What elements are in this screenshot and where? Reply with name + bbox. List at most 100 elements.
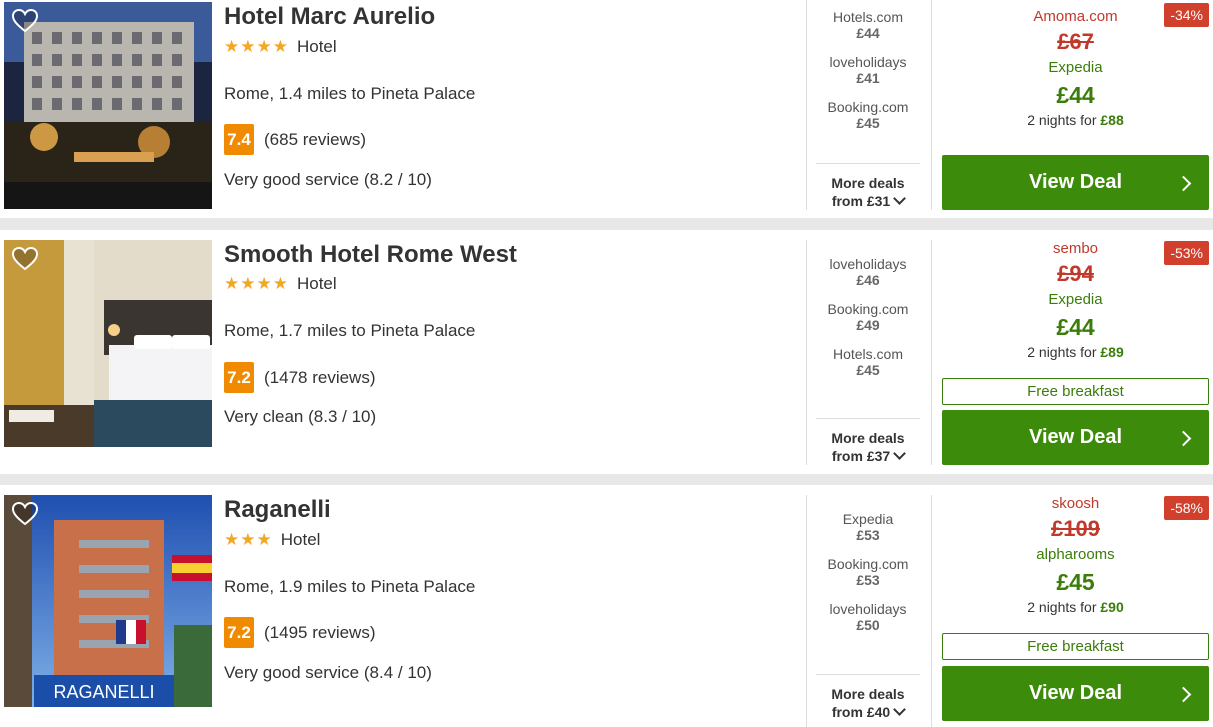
- deal-item[interactable]: loveholidays £41: [816, 54, 920, 86]
- more-deals-from: from £31: [831, 193, 891, 209]
- best-provider: Expedia: [1048, 59, 1103, 76]
- deal-price: £49: [856, 317, 880, 333]
- review-count[interactable]: (1495 reviews): [264, 623, 376, 643]
- hotel-card: Hotel Marc Aurelio ★★★★ Hotel Rome, 1.4 m…: [0, 0, 1213, 218]
- deal-item[interactable]: Booking.com £45: [816, 99, 920, 131]
- more-deals-from: from £40: [831, 704, 891, 720]
- hotel-name[interactable]: Smooth Hotel Rome West: [224, 241, 517, 269]
- nights-text: 2 nights for: [1027, 344, 1101, 360]
- review-count[interactable]: (685 reviews): [264, 130, 366, 150]
- deal-price: £53: [856, 572, 880, 588]
- discount-badge: -58%: [1164, 496, 1209, 520]
- deal-price: £53: [856, 527, 880, 543]
- other-deals: Hotels.com £44 loveholidays £41 Booking.co…: [816, 9, 920, 144]
- view-deal-label: View Deal: [1028, 682, 1123, 704]
- more-deals-button[interactable]: More deals from £31: [816, 163, 920, 210]
- discount-badge: -34%: [1164, 3, 1209, 27]
- hotel-type: Hotel: [296, 274, 337, 293]
- chevron-right-icon: [1175, 430, 1192, 447]
- more-deals-button[interactable]: More deals from £40: [816, 674, 920, 721]
- hotel-photo[interactable]: [4, 240, 212, 447]
- nights-price: £89: [1100, 344, 1124, 360]
- deal-provider: Expedia: [842, 511, 894, 527]
- deal-provider: Booking.com: [827, 556, 909, 572]
- heart-icon[interactable]: [11, 246, 39, 272]
- nights-total: 2 nights for £90: [942, 599, 1209, 615]
- deal-provider: Hotels.com: [832, 346, 904, 362]
- star-rating: ★★★ Hotel: [224, 530, 320, 550]
- chevron-down-icon: [893, 703, 907, 716]
- deal-item[interactable]: Hotels.com £44: [816, 9, 920, 41]
- deal-provider: Booking.com: [827, 301, 909, 317]
- divider: [931, 495, 932, 727]
- score-badge: 7.2: [224, 362, 254, 393]
- best-price: £44: [1056, 82, 1095, 108]
- view-deal-label: View Deal: [1028, 426, 1123, 448]
- score-badge: 7.4: [224, 124, 254, 155]
- deal-provider: loveholidays: [829, 54, 907, 70]
- more-deals-from: from £37: [831, 448, 891, 464]
- view-deal-button[interactable]: View Deal: [942, 410, 1209, 465]
- deal-item[interactable]: loveholidays £50: [816, 601, 920, 633]
- divider: [931, 0, 932, 210]
- hotel-type: Hotel: [296, 37, 337, 56]
- view-deal-button[interactable]: View Deal: [942, 155, 1209, 210]
- hotel-photo[interactable]: RAGANELLI: [4, 495, 212, 707]
- view-deal-button[interactable]: View Deal: [942, 666, 1209, 721]
- stars-icon: ★★★★: [224, 37, 289, 56]
- hotel-name[interactable]: Raganelli: [224, 496, 331, 524]
- stars-icon: ★★★★: [224, 274, 289, 293]
- best-price: £45: [1056, 569, 1095, 595]
- discount-badge: -53%: [1164, 241, 1209, 265]
- deal-price: £50: [856, 617, 880, 633]
- nights-text: 2 nights for: [1027, 599, 1101, 615]
- hotel-card: RAGANELLI Raganelli ★★★ Hotel Rome, 1.9 m…: [0, 485, 1213, 727]
- hotel-type: Hotel: [280, 530, 321, 549]
- nights-total: 2 nights for £89: [942, 344, 1209, 360]
- chevron-right-icon: [1175, 686, 1192, 703]
- old-price: £67: [1057, 29, 1094, 54]
- score-badge: 7.2: [224, 617, 254, 648]
- nights-text: 2 nights for: [1027, 112, 1101, 128]
- hotel-location: Rome, 1.7 miles to Pineta Palace: [224, 321, 476, 340]
- star-rating: ★★★★ Hotel: [224, 37, 337, 57]
- deal-price: £46: [856, 272, 880, 288]
- deal-item[interactable]: Booking.com £49: [816, 301, 920, 333]
- deal-item[interactable]: loveholidays £46: [816, 256, 920, 288]
- more-deals-label: More deals: [831, 175, 905, 191]
- deal-item[interactable]: Booking.com £53: [816, 556, 920, 588]
- deal-price: £41: [856, 70, 880, 86]
- hotel-photo[interactable]: [4, 2, 212, 209]
- review-highlight: Very clean (8.3 / 10): [224, 407, 377, 426]
- free-breakfast-badge: Free breakfast: [942, 633, 1209, 660]
- hotel-card: Smooth Hotel Rome West ★★★★ Hotel Rome, 1…: [0, 230, 1213, 474]
- stars-icon: ★★★: [224, 530, 273, 549]
- best-provider: Expedia: [1048, 291, 1103, 308]
- chevron-right-icon: [1175, 175, 1192, 192]
- hotel-name[interactable]: Hotel Marc Aurelio: [224, 3, 435, 31]
- view-deal-label: View Deal: [1028, 171, 1123, 193]
- best-provider: alpharooms: [1036, 546, 1115, 563]
- review-highlight: Very good service (8.4 / 10): [224, 663, 432, 682]
- review-count[interactable]: (1478 reviews): [264, 368, 376, 388]
- other-deals: Expedia £53 Booking.com £53 loveholidays £5…: [816, 511, 920, 646]
- more-deals-label: More deals: [831, 430, 905, 446]
- heart-icon[interactable]: [11, 501, 39, 527]
- deal-price: £45: [856, 115, 880, 131]
- free-breakfast-badge: Free breakfast: [942, 378, 1209, 405]
- heart-icon[interactable]: [11, 8, 39, 34]
- review-highlight: Very good service (8.2 / 10): [224, 170, 432, 189]
- deal-item[interactable]: Hotels.com £45: [816, 346, 920, 378]
- nights-price: £88: [1100, 112, 1124, 128]
- divider: [931, 240, 932, 465]
- hotel-location: Rome, 1.9 miles to Pineta Palace: [224, 577, 476, 596]
- deal-item[interactable]: Expedia £53: [816, 511, 920, 543]
- nights-price: £90: [1100, 599, 1124, 615]
- nights-total: 2 nights for £88: [942, 112, 1209, 128]
- deal-price: £45: [856, 362, 880, 378]
- building-sign-text: RAGANELLI: [53, 682, 154, 702]
- more-deals-label: More deals: [831, 686, 905, 702]
- other-deals: loveholidays £46 Booking.com £49 Hotels.co…: [816, 256, 920, 391]
- deal-provider: Hotels.com: [832, 9, 904, 25]
- more-deals-button[interactable]: More deals from £37: [816, 418, 920, 465]
